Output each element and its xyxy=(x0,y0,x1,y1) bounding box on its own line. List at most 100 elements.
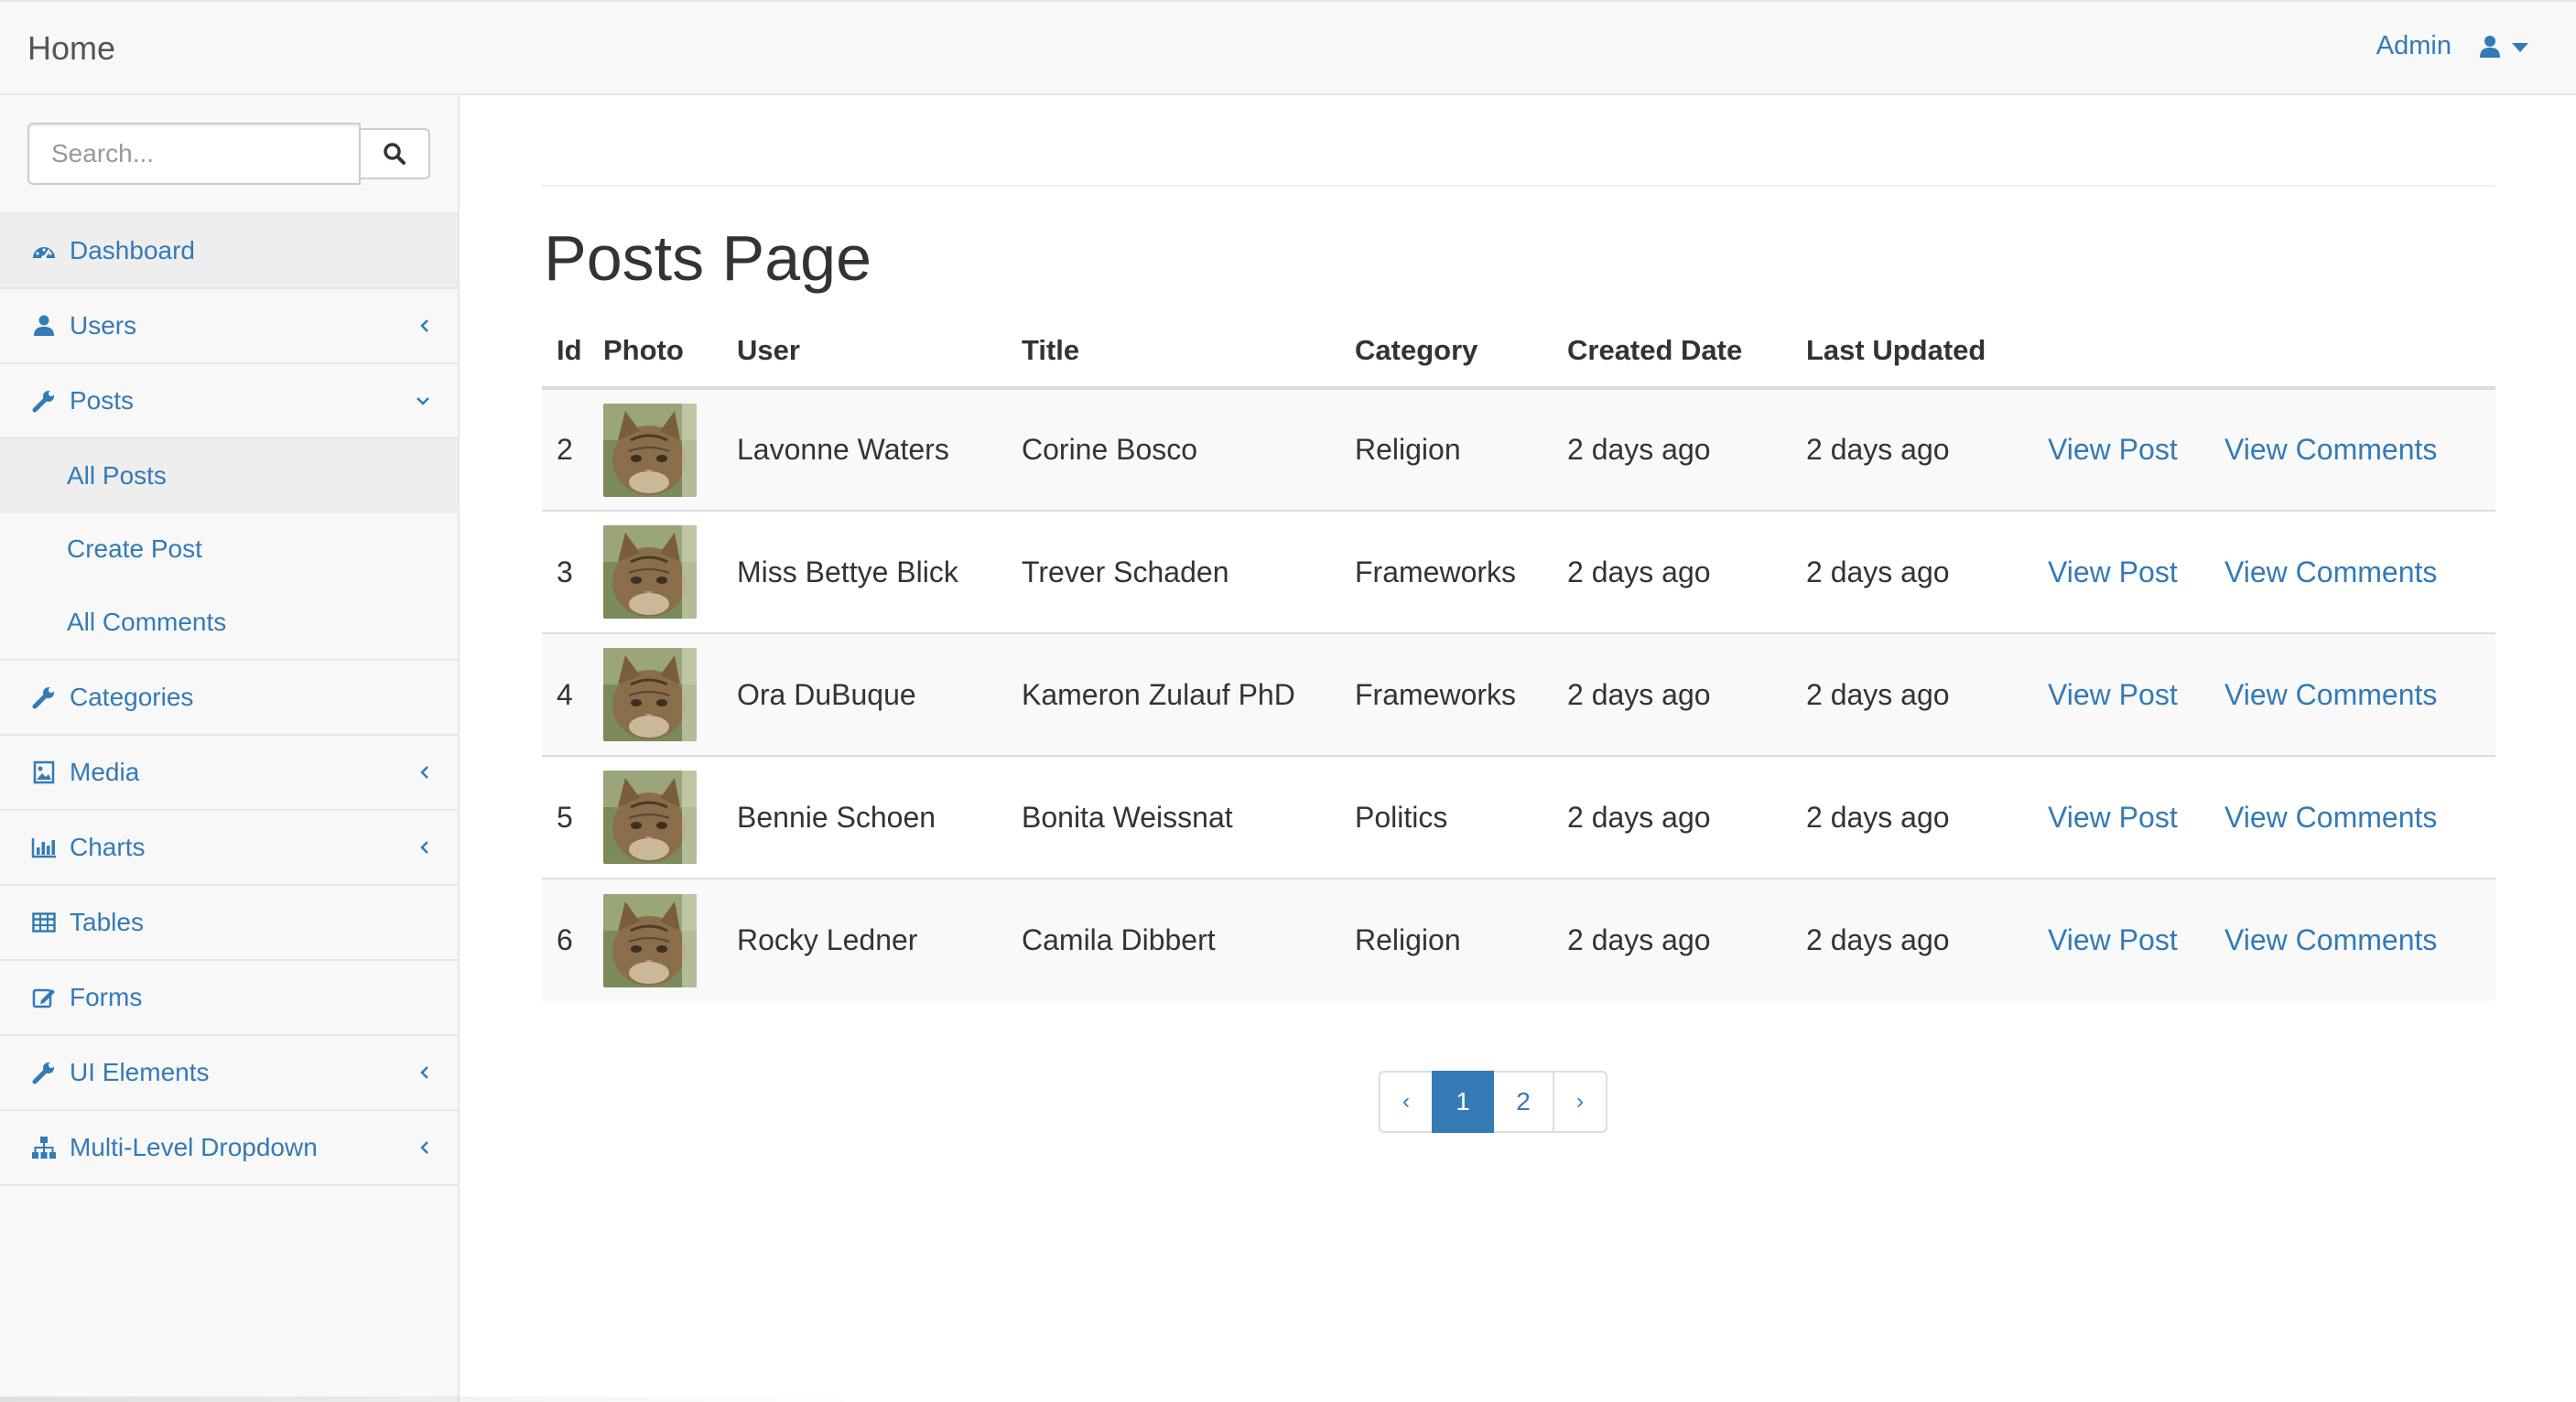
sidebar-item-label: All Comments xyxy=(67,608,227,636)
cell-photo xyxy=(603,632,737,756)
user-name-link[interactable]: Admin xyxy=(2376,31,2452,61)
sidebar-item-label: Tables xyxy=(70,908,144,936)
sidebar-item-create-post[interactable]: Create Post xyxy=(0,512,458,586)
sidebar-item-categories[interactable]: Categories xyxy=(0,661,458,736)
cell-photo xyxy=(603,755,737,879)
cell-last-updated: 2 days ago xyxy=(1806,632,2048,756)
wrench-icon xyxy=(31,388,57,414)
column-header-category: Category xyxy=(1355,315,1567,390)
user-dropdown-toggle[interactable] xyxy=(2479,35,2528,59)
cell-user: Rocky Ledner xyxy=(737,878,1022,1001)
column-header-empty xyxy=(2224,315,2495,390)
post-photo xyxy=(603,893,737,987)
sidebar-search xyxy=(27,123,430,185)
sidebar-item-charts[interactable]: Charts xyxy=(0,811,458,886)
edit-icon xyxy=(31,985,57,1010)
chevron-left-icon xyxy=(420,319,428,332)
column-header-photo: Photo xyxy=(603,315,737,390)
sidebar-item-label: Create Post xyxy=(67,534,202,563)
table-row: 5 Bennie Schoen Bonita Weissnat Politics 2 d… xyxy=(542,755,2495,879)
pagination-page-2[interactable]: 2 xyxy=(1492,1071,1554,1133)
cell-category: Frameworks xyxy=(1355,632,1567,756)
cell-created-date: 2 days ago xyxy=(1567,632,1806,756)
sidebar-item-multi-level-dropdown[interactable]: Multi-Level Dropdown xyxy=(0,1111,458,1186)
column-header-user: User xyxy=(737,315,1022,390)
cell-id: 4 xyxy=(542,632,603,756)
sitemap-icon xyxy=(31,1135,57,1160)
cell-created-date: 2 days ago xyxy=(1567,510,1806,633)
sidebar-item-label: Media xyxy=(70,758,140,786)
posts-table: Id Photo User Title Category Created Dat… xyxy=(542,315,2495,1001)
cell-view-post: View Post xyxy=(2048,755,2224,879)
pagination-prev-button[interactable]: ‹ xyxy=(1379,1071,1434,1133)
cell-last-updated: 2 days ago xyxy=(1806,878,2048,1001)
cell-view-comments: View Comments xyxy=(2224,632,2495,756)
sidebar-item-label: Categories xyxy=(70,683,194,711)
cell-created-date: 2 days ago xyxy=(1567,387,1806,511)
sidebar-item-all-comments[interactable]: All Comments xyxy=(0,586,458,659)
sidebar-item-label: Forms xyxy=(70,983,143,1011)
cell-view-post: View Post xyxy=(2048,387,2224,511)
sidebar-item-label: Dashboard xyxy=(70,236,195,264)
sidebar-item-label: Posts xyxy=(70,386,135,415)
sidebar-item-dashboard[interactable]: Dashboard xyxy=(0,214,458,289)
post-photo xyxy=(603,403,737,497)
chevron-down-icon xyxy=(417,397,429,405)
column-header-created-date: Created Date xyxy=(1567,315,1806,390)
sidebar-item-label: Charts xyxy=(70,833,146,861)
pagination-next-button[interactable]: › xyxy=(1553,1071,1607,1133)
table-icon xyxy=(31,910,57,935)
view-comments-link[interactable]: View Comments xyxy=(2224,555,2437,588)
posts-submenu: All Posts Create Post All Comments xyxy=(0,439,458,661)
view-comments-link[interactable]: View Comments xyxy=(2224,433,2437,466)
view-post-link[interactable]: View Post xyxy=(2048,678,2178,711)
search-button[interactable] xyxy=(361,128,430,179)
cell-photo xyxy=(603,878,737,1001)
wrench-icon xyxy=(31,1060,57,1085)
cell-last-updated: 2 days ago xyxy=(1806,387,2048,511)
page-title: Posts Page xyxy=(544,222,871,294)
sidebar-item-all-posts[interactable]: All Posts xyxy=(0,439,458,512)
table-body: 2 Lavonne Waters Corine Bosco Religion 2 day… xyxy=(542,387,2495,1001)
sidebar-item-forms[interactable]: Forms xyxy=(0,961,458,1036)
cell-view-post: View Post xyxy=(2048,632,2224,756)
cell-user: Ora DuBuque xyxy=(737,632,1022,756)
sidebar-item-users[interactable]: Users xyxy=(0,289,458,364)
column-header-id: Id xyxy=(542,315,603,390)
view-comments-link[interactable]: View Comments xyxy=(2224,678,2437,711)
chevron-left-icon xyxy=(420,1141,428,1154)
cell-category: Religion xyxy=(1355,387,1567,511)
cell-category: Frameworks xyxy=(1355,510,1567,633)
cell-user: Lavonne Waters xyxy=(737,387,1022,511)
view-post-link[interactable]: View Post xyxy=(2048,555,2178,588)
user-menu[interactable]: Admin xyxy=(2376,31,2528,61)
post-photo xyxy=(603,525,737,619)
caret-down-icon xyxy=(2512,42,2528,52)
view-post-link[interactable]: View Post xyxy=(2048,923,2178,956)
brand-home-link[interactable]: Home xyxy=(27,29,115,68)
sidebar-item-label: UI Elements xyxy=(70,1058,210,1086)
cell-view-comments: View Comments xyxy=(2224,510,2495,633)
cell-view-post: View Post xyxy=(2048,510,2224,633)
view-post-link[interactable]: View Post xyxy=(2048,801,2178,834)
table-row: 2 Lavonne Waters Corine Bosco Religion 2 day… xyxy=(542,387,2495,511)
table-row: 3 Miss Bettye Blick Trever Schaden Framewor… xyxy=(542,510,2495,633)
view-comments-link[interactable]: View Comments xyxy=(2224,923,2437,956)
pagination: ‹ 1 2 › xyxy=(1379,1071,1607,1133)
sidebar-item-media[interactable]: Media xyxy=(0,736,458,811)
view-post-link[interactable]: View Post xyxy=(2048,433,2178,466)
cell-category: Politics xyxy=(1355,755,1567,879)
sidebar-item-posts[interactable]: Posts xyxy=(0,364,458,439)
search-input[interactable] xyxy=(27,123,361,185)
pagination-page-1[interactable]: 1 xyxy=(1432,1071,1494,1133)
sidebar-item-tables[interactable]: Tables xyxy=(0,886,458,961)
sidebar-item-ui-elements[interactable]: UI Elements xyxy=(0,1036,458,1111)
chevron-left-icon xyxy=(420,1066,428,1079)
column-header-last-updated: Last Updated xyxy=(1806,315,2048,390)
wrench-icon xyxy=(31,685,57,710)
cell-user: Miss Bettye Blick xyxy=(737,510,1022,633)
bottom-shadow xyxy=(0,1397,860,1402)
cell-view-post: View Post xyxy=(2048,878,2224,1001)
view-comments-link[interactable]: View Comments xyxy=(2224,801,2437,834)
chevron-left-icon xyxy=(420,841,428,854)
